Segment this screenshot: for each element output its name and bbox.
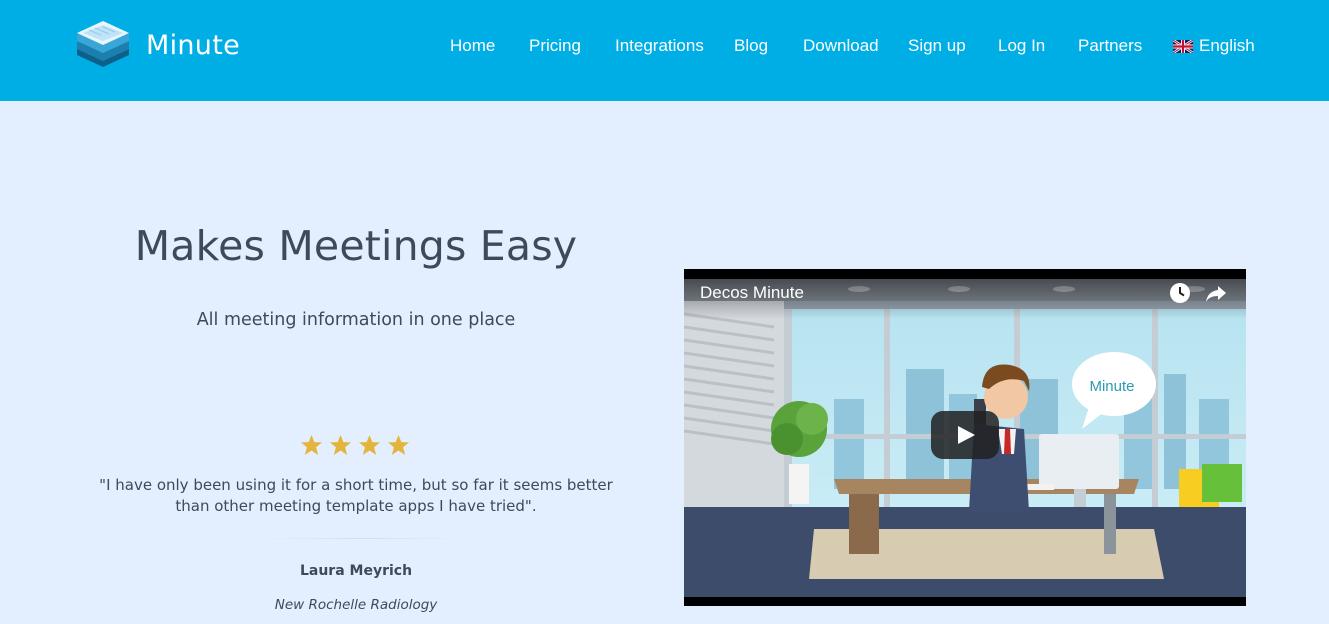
testimonial-author: Laura Meyrich [299,563,413,579]
nav-pricing[interactable]: Pricing [529,36,581,56]
nav-sign-up[interactable]: Sign up [908,36,966,56]
rating-stars [300,434,410,456]
site-header: Minute Home Pricing Integrations Blog Do… [0,0,1329,101]
nav-home[interactable]: Home [450,36,495,56]
hero-title: Makes Meetings Easy [134,222,578,270]
star-icon [300,434,323,456]
video-bubble-text: Minute [1089,378,1134,395]
nav-log-in[interactable]: Log In [998,36,1045,56]
nav-download[interactable]: Download [803,36,879,56]
testimonial-company: New Rochelle Radiology [274,597,438,613]
video-title[interactable]: Decos Minute [700,283,804,303]
star-icon [387,434,410,456]
star-icon [329,434,352,456]
share-arrow-icon[interactable] [1204,281,1228,305]
language-selector[interactable]: English [1173,36,1255,56]
watch-later-clock-icon[interactable] [1168,281,1192,305]
nav-partners[interactable]: Partners [1078,36,1142,56]
main-nav: Home Pricing Integrations Blog Download … [0,34,1329,58]
video-player[interactable]: Minute Decos Minute [684,269,1246,606]
language-label: English [1199,36,1255,55]
uk-flag-icon [1173,39,1193,53]
nav-blog[interactable]: Blog [734,36,768,56]
nav-integrations[interactable]: Integrations [615,36,704,56]
play-button-icon[interactable] [931,411,999,459]
hero-subtitle: All meeting information in one place [196,310,516,330]
star-icon [358,434,381,456]
testimonial-divider [262,538,462,539]
testimonial-quote: "I have only been using it for a short t… [99,476,613,515]
